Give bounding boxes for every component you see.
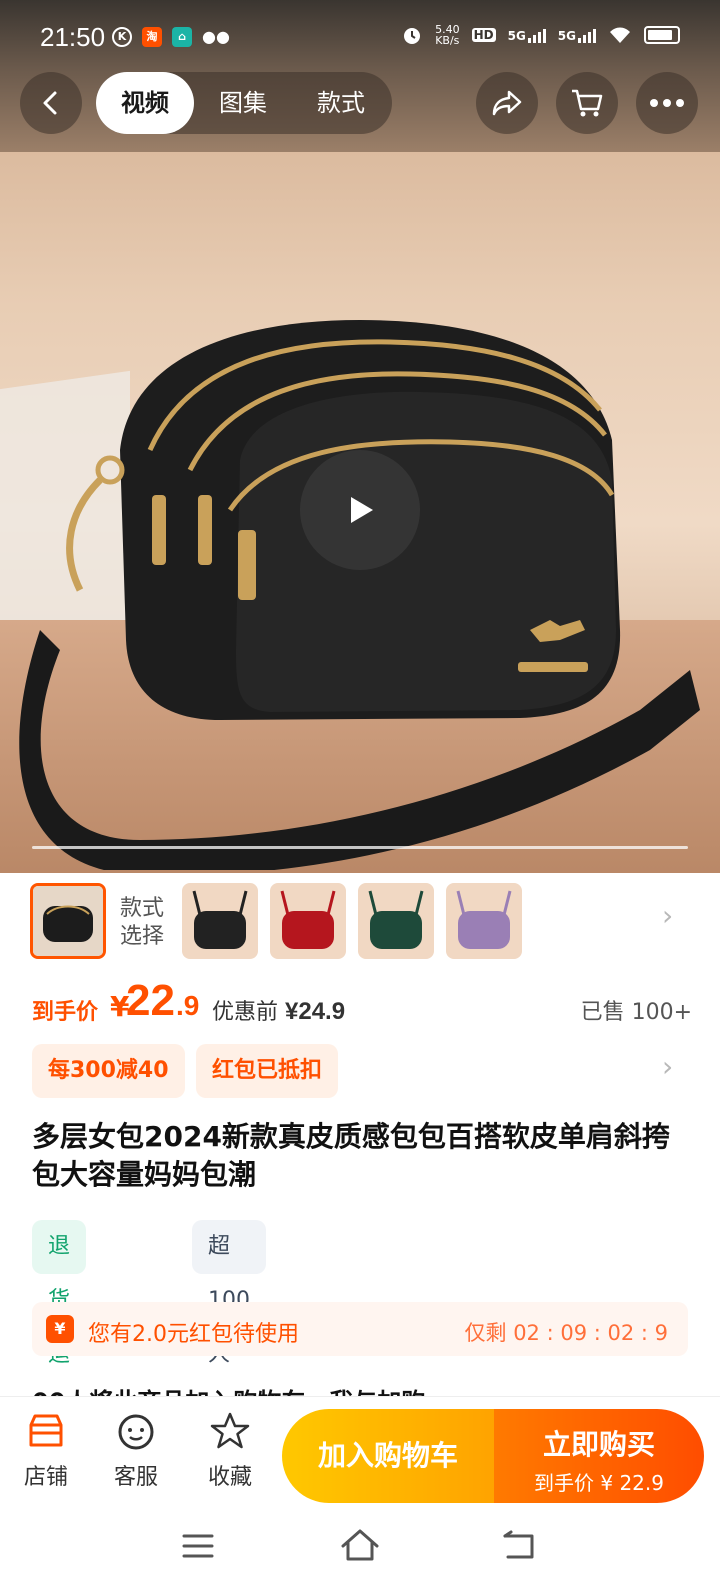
share-button[interactable]: [476, 72, 538, 134]
net-speed-unit: KB/s: [435, 34, 460, 47]
menu-icon[interactable]: [182, 1532, 214, 1560]
variant-image: [33, 886, 103, 956]
bottom-action-bar: 店铺 客服 收藏 加入购物车 立即购买 到手价 ¥ 22.9: [0, 1396, 720, 1506]
back-nav-icon[interactable]: [502, 1530, 536, 1560]
variant-thumb[interactable]: [270, 883, 346, 959]
signal-1: 5G: [508, 27, 546, 43]
variant-bag-shape: [458, 911, 510, 949]
variant-thumb[interactable]: [358, 883, 434, 959]
chevron-right-icon[interactable]: ›: [662, 899, 673, 932]
original-price: 优惠前 ¥24.9: [212, 994, 345, 1026]
cart-icon: [572, 89, 603, 117]
store-button[interactable]: 店铺: [6, 1411, 86, 1491]
original-price-label: 优惠前: [212, 1000, 279, 1025]
customer-service-icon: [118, 1414, 154, 1450]
variant-image: [270, 883, 346, 959]
wechat-icon: ●●: [202, 27, 230, 46]
purchase-buttons: 加入购物车 立即购买 到手价 ¥ 22.9: [282, 1409, 704, 1503]
service-button[interactable]: 客服: [96, 1411, 176, 1491]
taobao-icon: 淘: [142, 27, 162, 47]
style-label-line2: 选择: [120, 924, 165, 949]
back-icon: [43, 91, 57, 115]
coupon-banner[interactable]: ¥ 您有2.0元红包待使用 仅剩 02 : 09 : 02 : 9: [32, 1302, 688, 1356]
style-select-label[interactable]: 款式 选择: [120, 895, 164, 951]
signal-bars-icon: [578, 27, 596, 43]
promo-row[interactable]: 每300减40 红包已抵扣 ›: [32, 1044, 692, 1100]
variant-thumb[interactable]: [182, 883, 258, 959]
alarm-icon: [404, 28, 421, 44]
wifi-icon: [610, 27, 630, 43]
status-right-icons: 5.40 KB/s HD 5G 5G: [401, 24, 680, 46]
coupon-text: 您有2.0元红包待使用: [88, 1322, 299, 1347]
variant-thumb[interactable]: [446, 883, 522, 959]
style-label-line1: 款式: [120, 896, 165, 921]
cart-button[interactable]: [556, 72, 618, 134]
signal-bars-icon: [527, 27, 546, 43]
play-button[interactable]: [300, 450, 420, 570]
chevron-right-icon[interactable]: ›: [662, 1050, 673, 1083]
media-tabs: 视频 图集 款式: [96, 72, 392, 134]
buy-now-price: 到手价 ¥ 22.9: [534, 1471, 664, 1495]
net1-label: 5G: [507, 29, 526, 43]
cart-count-tag[interactable]: 超100人加购: [192, 1220, 266, 1475]
store-icon: [29, 1414, 63, 1447]
net-speed: 5.40 KB/s: [435, 24, 460, 46]
promo-chip[interactable]: 每300减40: [32, 1044, 185, 1098]
variant-bag-shape: [370, 911, 422, 949]
variant-image: [358, 883, 434, 959]
share-icon: [492, 90, 522, 116]
system-nav-bar: [0, 1506, 720, 1592]
store-label: 店铺: [23, 1465, 68, 1490]
variant-image: [446, 883, 522, 959]
back-button[interactable]: [20, 72, 82, 134]
coupon-countdown: 仅剩 02 : 09 : 02 : 9: [464, 1321, 668, 1345]
promo-chip[interactable]: 红包已抵扣: [196, 1044, 339, 1098]
product-title: 多层女包2024新款真皮质感包包百搭软皮单肩斜挎包大容量妈妈包潮: [32, 1120, 670, 1191]
favorite-button[interactable]: 收藏: [190, 1411, 270, 1491]
final-price-label: 到手价: [32, 1000, 99, 1025]
net2-label: 5G: [557, 29, 576, 43]
k-icon: K: [112, 27, 132, 47]
service-label: 客服: [113, 1465, 158, 1490]
coupon-icon: ¥: [46, 1315, 74, 1343]
original-price-value: ¥24.9: [285, 998, 346, 1025]
play-icon: [351, 497, 373, 523]
more-icon: [650, 99, 684, 107]
variant-image: [182, 883, 258, 959]
hd-icon: HD: [471, 28, 496, 42]
buy-now-button[interactable]: 立即购买 到手价 ¥ 22.9: [494, 1409, 704, 1503]
variant-bag-shape: [282, 911, 334, 949]
home-icon[interactable]: [340, 1528, 380, 1562]
tab-gallery[interactable]: 图集: [194, 72, 292, 134]
home-app-icon: ⌂: [172, 27, 192, 47]
price-decimal: .9: [176, 990, 200, 1021]
price-row: 到手价 ¥ 22 .9 优惠前 ¥24.9 已售 100+: [32, 976, 692, 1030]
buy-now-label: 立即购买: [542, 1428, 655, 1461]
price-integer: 22: [126, 976, 175, 1025]
status-bar: 21:50 K 淘 ⌂ ●● 5.40 KB/s HD 5G 5G: [0, 0, 720, 80]
add-to-cart-button[interactable]: 加入购物车: [282, 1409, 494, 1503]
product-media[interactable]: 21:50 K 淘 ⌂ ●● 5.40 KB/s HD 5G 5G 视频 图集 …: [0, 0, 720, 873]
tab-styles[interactable]: 款式: [292, 72, 390, 134]
tab-video[interactable]: 视频: [96, 72, 194, 134]
more-button[interactable]: [636, 72, 698, 134]
return-shipping-tag[interactable]: 退货运费险: [32, 1220, 87, 1475]
cart-activity-line: 00人将此商品加入购物车，我与加购: [32, 1382, 425, 1396]
sold-count: 已售 100+: [580, 1000, 692, 1025]
variant-thumb-selected[interactable]: [30, 883, 106, 959]
star-icon: [210, 1412, 250, 1449]
battery-icon: [644, 26, 680, 44]
favorite-label: 收藏: [207, 1465, 252, 1490]
status-left-icons: K 淘 ⌂ ●●: [112, 27, 230, 47]
variant-bag-shape: [194, 911, 246, 949]
video-progress-bar[interactable]: [32, 846, 688, 849]
signal-2: 5G: [558, 27, 596, 43]
style-selector: 款式 选择 ›: [0, 873, 720, 973]
status-time: 21:50: [40, 22, 106, 52]
